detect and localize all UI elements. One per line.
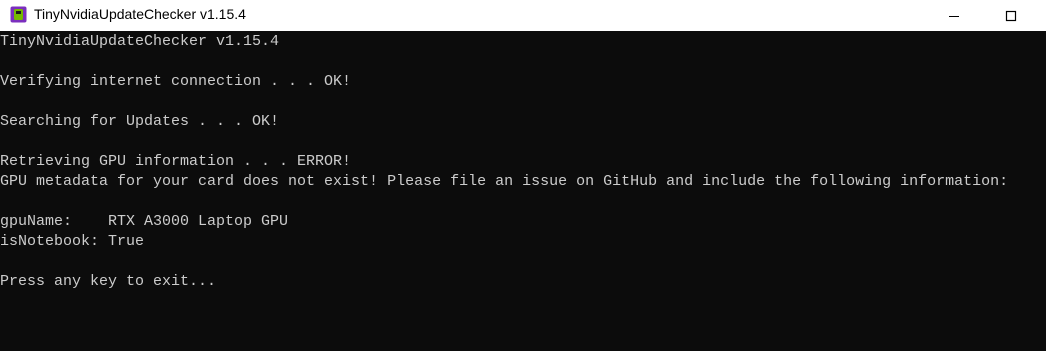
minimize-button[interactable] — [931, 0, 977, 31]
maximize-icon — [1005, 10, 1017, 21]
console-line-version: TinyNvidiaUpdateChecker v1.15.4 — [0, 33, 280, 50]
maximize-button[interactable] — [988, 0, 1034, 31]
minimize-icon — [949, 15, 959, 17]
console-line-internet-check: Verifying internet connection . . . OK! — [0, 73, 352, 90]
console-output[interactable]: TinyNvidiaUpdateChecker v1.15.4 Verifying… — [0, 32, 1046, 351]
console-line-gpu-name: gpuName: RTX A3000 Laptop GPU — [0, 213, 289, 230]
console-line-update-search: Searching for Updates . . . OK! — [0, 113, 280, 130]
console-line-gpu-info: Retrieving GPU information . . . ERROR! — [0, 153, 352, 170]
window-title: TinyNvidiaUpdateChecker v1.15.4 — [34, 6, 246, 22]
console-window: TinyNvidiaUpdateChecker v1.15.4 TinyNvid… — [0, 0, 1046, 351]
console-line-error-message: GPU metadata for your card does not exis… — [0, 173, 1009, 190]
app-icon — [10, 6, 27, 23]
title-bar[interactable]: TinyNvidiaUpdateChecker v1.15.4 — [0, 0, 1046, 31]
console-line-is-notebook: isNotebook: True — [0, 233, 145, 250]
console-line-exit-prompt: Press any key to exit... — [0, 273, 217, 290]
